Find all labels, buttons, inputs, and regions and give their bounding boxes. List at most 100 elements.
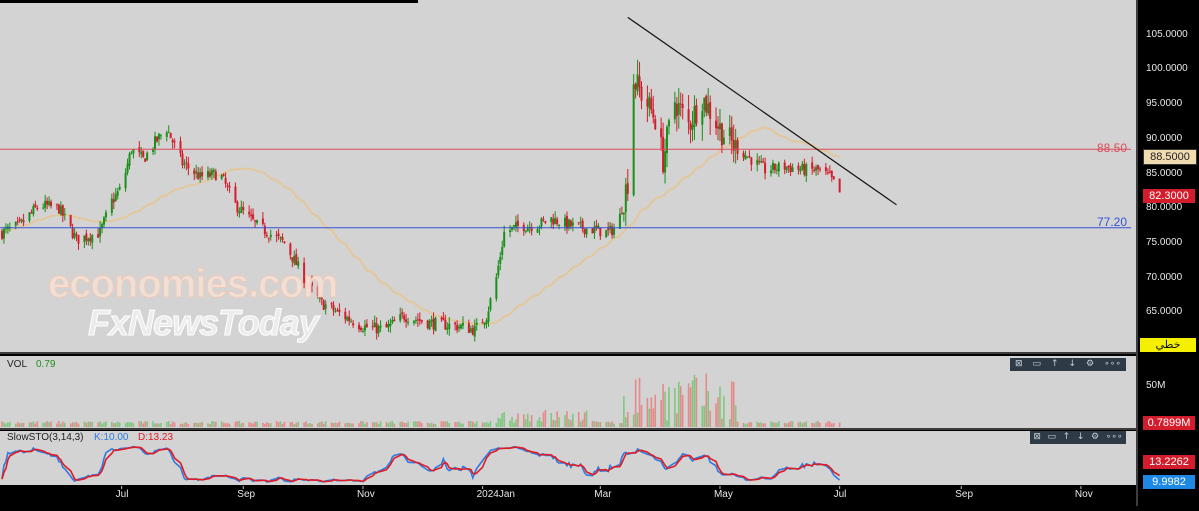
candle-body	[544, 220, 547, 223]
stoch-panel-controls[interactable]: ⊠ ▭ ↑ ↓ ⚙ ∘∘∘	[1030, 431, 1126, 444]
candle-body	[242, 207, 245, 211]
volume-bar	[487, 423, 490, 427]
candle-body	[59, 205, 62, 215]
more-icon[interactable]: ∘∘∘	[1106, 431, 1123, 444]
volume-bar	[717, 397, 719, 427]
maximize-icon[interactable]: ▭	[1048, 431, 1057, 444]
move-up-icon[interactable]: ↑	[1051, 358, 1059, 371]
volume-bar	[715, 403, 717, 427]
volume-indicator-name[interactable]: VOL	[7, 359, 27, 370]
volume-bar	[332, 423, 335, 427]
candle-body	[138, 147, 141, 153]
candle-body	[414, 319, 417, 321]
volume-bar	[250, 422, 252, 427]
volume-bar	[401, 421, 403, 427]
volume-bar	[375, 422, 378, 427]
volume-bar	[346, 422, 349, 427]
volume-bar	[144, 421, 147, 427]
volume-panel-controls[interactable]: ⊠ ▭ ↑ ↓ ⚙ ∘∘∘	[1010, 358, 1126, 371]
time-tick-label: Nov	[356, 489, 375, 500]
candle-body	[675, 103, 678, 117]
volume-bar	[167, 421, 170, 427]
move-down-icon[interactable]: ↓	[1069, 358, 1077, 371]
stoch-indicator-name[interactable]: SlowSTO(3,14,3)	[7, 432, 84, 443]
volume-bar	[564, 415, 566, 427]
candle-body	[222, 174, 225, 176]
volume-bar	[103, 422, 105, 427]
chart-type-badge[interactable]: خطي	[1140, 338, 1196, 352]
move-up-icon[interactable]: ↑	[1063, 431, 1071, 444]
time-tick-label: Nov	[1074, 489, 1093, 500]
candle-body	[693, 106, 696, 127]
volume-bar	[222, 422, 225, 427]
candle-body	[277, 233, 280, 236]
volume-bar	[399, 421, 402, 427]
candle-body	[448, 323, 451, 329]
volume-bar	[568, 419, 570, 427]
volume-bar	[215, 421, 217, 427]
volume-bar	[723, 396, 725, 427]
volume-bar	[605, 422, 607, 427]
volume-bar	[709, 410, 711, 427]
candle-body	[591, 228, 594, 234]
volume-bar	[373, 422, 376, 427]
candle-body	[701, 111, 704, 125]
volume-bar	[419, 421, 421, 427]
candle-body	[405, 319, 408, 322]
volume-indicator-value: 0.79	[36, 359, 56, 370]
candle-body	[734, 140, 737, 150]
close-icon[interactable]: ⊠	[1015, 358, 1023, 371]
volume-bar	[320, 421, 323, 427]
volume-bar	[730, 381, 733, 427]
stoch-k-box: 9.9982	[1143, 475, 1195, 489]
volume-bar	[377, 423, 380, 427]
settings-icon[interactable]: ⚙	[1091, 431, 1099, 444]
candle-body	[283, 241, 286, 244]
volume-bar	[485, 422, 488, 427]
volume-bar	[420, 423, 423, 427]
more-icon[interactable]: ∘∘∘	[1104, 358, 1121, 371]
candle-body	[155, 136, 158, 142]
volume-bar	[817, 421, 819, 427]
candle-body	[687, 109, 690, 123]
settings-icon[interactable]: ⚙	[1086, 358, 1094, 371]
candle-body	[130, 152, 133, 154]
candle-body	[89, 237, 92, 241]
move-down-icon[interactable]: ↓	[1077, 431, 1085, 444]
maximize-icon[interactable]: ▭	[1033, 358, 1042, 371]
volume-bar	[830, 423, 833, 427]
volume-bar	[448, 423, 451, 427]
volume-bar	[783, 422, 786, 427]
candle-body	[363, 325, 366, 331]
volume-bar	[195, 422, 198, 427]
candle-body	[403, 315, 406, 320]
candle-body	[146, 152, 149, 161]
volume-bar	[776, 422, 778, 427]
volume-bar	[336, 423, 339, 427]
volume-bar	[62, 421, 64, 427]
chart-canvas[interactable]	[0, 0, 1199, 506]
volume-bar	[269, 423, 272, 427]
volume-bar	[787, 422, 790, 427]
candle-body	[720, 123, 723, 146]
candle-body	[760, 161, 763, 163]
candle-body	[167, 132, 170, 134]
volume-bar	[358, 423, 360, 427]
candle-body	[769, 170, 772, 174]
candle-body	[542, 219, 545, 221]
candle-body	[344, 311, 347, 320]
volume-bar	[762, 423, 764, 427]
volume-bar	[207, 423, 209, 427]
volume-bar	[595, 421, 598, 427]
price-tick-label: 70.0000	[1146, 271, 1183, 283]
volume-bar	[646, 397, 649, 427]
candle-body	[622, 212, 625, 215]
candle-body	[61, 205, 64, 216]
candle-body	[679, 103, 682, 105]
time-tick-label: Mar	[594, 489, 612, 500]
volume-bar	[317, 423, 319, 427]
volume-bar	[511, 416, 513, 427]
volume-bar	[538, 417, 541, 427]
volume-bar	[240, 423, 243, 427]
close-icon[interactable]: ⊠	[1033, 431, 1041, 444]
